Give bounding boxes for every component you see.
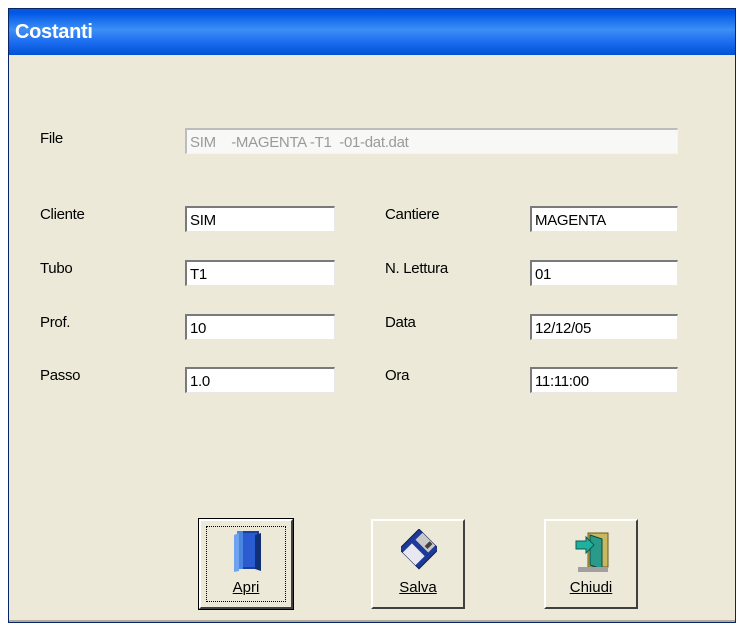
costanti-dialog: Costanti File SIM -MAGENTA -T1 -01-dat.d…: [8, 8, 736, 623]
floppy-disk-icon: [401, 529, 437, 570]
lettura-label: N. Lettura: [385, 260, 448, 277]
cliente-field[interactable]: SIM: [185, 206, 335, 232]
apri-button[interactable]: Apri: [198, 518, 294, 610]
passo-label: Passo: [40, 367, 81, 384]
exit-door-icon: [575, 532, 609, 572]
cliente-label: Cliente: [40, 206, 85, 223]
file-field: SIM -MAGENTA -T1 -01-dat.dat: [185, 128, 678, 154]
data-field[interactable]: 12/12/05: [530, 314, 678, 340]
cantiere-field[interactable]: MAGENTA: [530, 206, 678, 232]
book-icon: [234, 531, 261, 572]
chiudi-button[interactable]: Chiudi: [544, 519, 638, 609]
salva-button[interactable]: Salva: [371, 519, 465, 609]
apri-label: Apri: [232, 579, 260, 596]
tubo-label: Tubo: [40, 260, 73, 277]
prof-field[interactable]: 10: [185, 314, 335, 340]
passo-field[interactable]: 1.0: [185, 367, 335, 393]
ora-field[interactable]: 11:11:00: [530, 367, 678, 393]
salva-label: Salva: [399, 579, 437, 596]
ora-label: Ora: [385, 367, 410, 384]
lettura-field[interactable]: 01: [530, 260, 678, 286]
window-bottom-border: [9, 620, 735, 622]
cantiere-label: Cantiere: [385, 206, 440, 223]
prof-label: Prof.: [40, 314, 71, 331]
tubo-field[interactable]: T1: [185, 260, 335, 286]
data-label: Data: [385, 314, 416, 331]
chiudi-label: Chiudi: [569, 579, 613, 596]
window-title: Costanti: [9, 9, 735, 55]
file-label: File: [40, 130, 63, 147]
